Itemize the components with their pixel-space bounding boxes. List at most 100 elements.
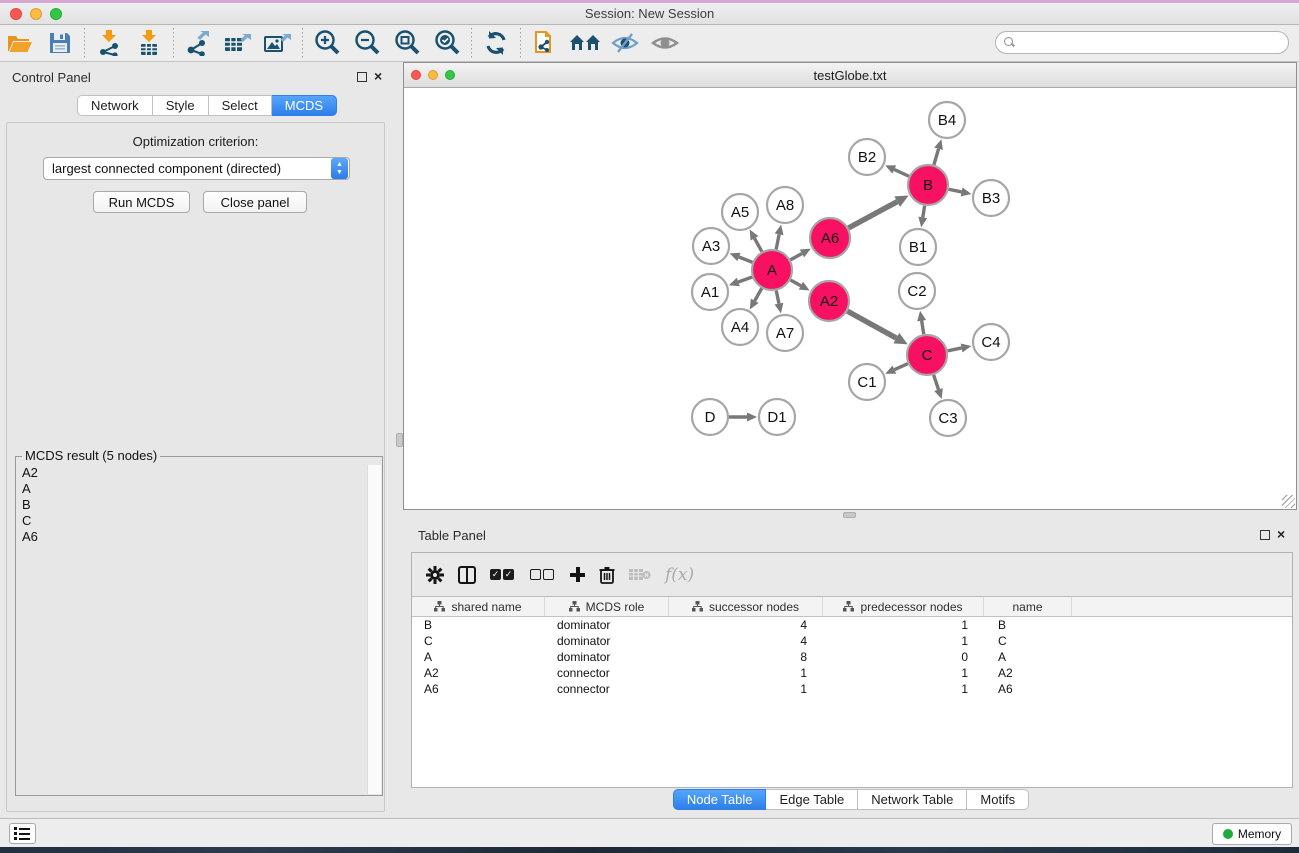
export-image-icon[interactable] <box>258 27 298 59</box>
network-canvas[interactable]: B4B2BB3A5A8A6A3B1AA1C2A2A4A7CC4C1C3DD1 <box>404 88 1296 508</box>
duplicate-network-icon[interactable] <box>525 27 565 59</box>
zoom-out-icon[interactable] <box>347 27 387 59</box>
mcds-result-title: MCDS result (5 nodes) <box>22 448 160 463</box>
result-scrollbar[interactable] <box>367 465 381 794</box>
graph-edge-A2-C[interactable] <box>847 311 896 338</box>
graph-edge-B-B2[interactable] <box>894 170 909 177</box>
graph-edge-A-A3[interactable] <box>739 257 753 262</box>
graph-edge-A-A6[interactable] <box>790 253 802 259</box>
graph-arrowhead-icon <box>918 217 927 228</box>
graph-edge-A-A4[interactable] <box>755 288 762 301</box>
hide-eye-icon[interactable] <box>605 27 645 59</box>
horizontal-scrollbar-thumb[interactable] <box>843 512 856 518</box>
window-title: Session: New Session <box>0 6 1299 21</box>
open-session-icon[interactable] <box>0 27 40 59</box>
delete-column-icon[interactable] <box>599 566 615 584</box>
tab-network-table[interactable]: Network Table <box>858 789 967 810</box>
export-network-icon[interactable] <box>178 27 218 59</box>
vertical-scrollbar-thumb[interactable] <box>396 433 403 447</box>
window-titlebar: Session: New Session <box>0 3 1299 25</box>
tab-mcds[interactable]: MCDS <box>272 95 337 116</box>
close-table-panel-icon[interactable]: × <box>1277 526 1285 542</box>
graph-edge-A-A5[interactable] <box>754 238 761 251</box>
task-history-button[interactable] <box>9 823 36 844</box>
graph-node-label: C1 <box>857 374 876 391</box>
search-input[interactable] <box>995 31 1289 54</box>
result-item[interactable]: C <box>22 513 366 529</box>
graph-edge-A-A2[interactable] <box>790 280 800 286</box>
tab-motifs[interactable]: Motifs <box>967 789 1029 810</box>
tab-select[interactable]: Select <box>209 95 272 116</box>
mcds-result-box: MCDS result (5 nodes) A2 A B C A6 <box>15 456 383 796</box>
deselect-all-icon[interactable] <box>530 569 556 580</box>
tab-node-table[interactable]: Node Table <box>673 789 767 810</box>
zoom-in-icon[interactable] <box>307 27 347 59</box>
memory-button[interactable]: Memory <box>1212 823 1292 845</box>
function-builder-icon: f(x) <box>665 565 694 585</box>
column-header-name[interactable]: name <box>984 597 1072 616</box>
run-mcds-button[interactable]: Run MCDS <box>93 191 190 213</box>
close-panel-icon[interactable]: × <box>374 68 382 84</box>
main-toolbar <box>0 25 1299 62</box>
result-item[interactable]: A <box>22 481 366 497</box>
table-row[interactable]: A6connector11A6 <box>412 681 1292 697</box>
column-header-predecessor-nodes[interactable]: predecessor nodes <box>823 597 984 616</box>
status-bar: Memory <box>0 818 1299 847</box>
graph-edge-A-A1[interactable] <box>738 277 752 282</box>
graph-edge-B-B3[interactable] <box>949 189 962 192</box>
tab-style[interactable]: Style <box>153 95 209 116</box>
result-item[interactable]: B <box>22 497 366 513</box>
float-panel-icon[interactable] <box>357 72 367 82</box>
graph-edge-C-C4[interactable] <box>948 348 962 351</box>
graph-node-label: B4 <box>938 112 956 129</box>
search-icon <box>1004 37 1015 48</box>
graph-edge-C-C3[interactable] <box>934 375 939 390</box>
columns-icon[interactable] <box>458 566 476 584</box>
mcds-result-list[interactable]: A2 A B C A6 <box>17 465 366 794</box>
graph-node-label: B1 <box>909 239 927 256</box>
graph-node-label: A8 <box>776 197 794 214</box>
delete-table-icon <box>629 568 651 582</box>
column-header-successor-nodes[interactable]: successor nodes <box>669 597 823 616</box>
zoom-selected-icon[interactable] <box>427 27 467 59</box>
table-panel: Table Panel × ✓✓ f(x) <box>403 520 1299 818</box>
column-header-mcds-role[interactable]: MCDS role <box>545 597 669 616</box>
gear-icon[interactable] <box>426 566 444 584</box>
graph-edge-C-C1[interactable] <box>894 364 907 370</box>
save-session-icon[interactable] <box>40 27 80 59</box>
table-row[interactable]: Adominator80A <box>412 649 1292 665</box>
resize-grip[interactable] <box>1282 495 1295 508</box>
column-header-shared-name[interactable]: shared name <box>412 597 545 616</box>
home-network-icon[interactable] <box>565 27 605 59</box>
import-table-icon[interactable] <box>129 27 169 59</box>
mcds-panel: Optimization criterion: largest connecte… <box>6 122 385 812</box>
graph-edge-A6-B[interactable] <box>848 202 897 228</box>
graph-edge-B-B1[interactable] <box>923 206 925 218</box>
zoom-fit-icon[interactable] <box>387 27 427 59</box>
import-network-icon[interactable] <box>89 27 129 59</box>
toolbar-separator <box>471 28 472 58</box>
tab-edge-table[interactable]: Edge Table <box>766 789 858 810</box>
memory-status-icon <box>1223 829 1233 839</box>
result-item[interactable]: A2 <box>22 465 366 481</box>
criterion-dropdown[interactable]: largest connected component (directed) ▲… <box>43 157 350 180</box>
show-eye-icon[interactable] <box>645 27 685 59</box>
float-table-panel-icon[interactable] <box>1260 530 1270 540</box>
refresh-icon[interactable] <box>476 27 516 59</box>
network-window-titlebar[interactable]: testGlobe.txt <box>404 63 1296 88</box>
graph-edge-C-C2[interactable] <box>922 321 924 335</box>
add-column-icon[interactable] <box>570 567 585 582</box>
graph-node-label: C3 <box>938 410 957 427</box>
export-table-icon[interactable] <box>218 27 258 59</box>
close-panel-button[interactable]: Close panel <box>203 191 307 213</box>
table-row[interactable]: Cdominator41C <box>412 633 1292 649</box>
table-row[interactable]: A2connector11A2 <box>412 665 1292 681</box>
tab-network[interactable]: Network <box>77 95 153 116</box>
result-item[interactable]: A6 <box>22 529 366 545</box>
memory-label: Memory <box>1238 827 1281 841</box>
graph-edge-B-B4[interactable] <box>934 149 939 165</box>
graph-edge-A-A7[interactable] <box>776 291 779 304</box>
select-all-icon[interactable]: ✓✓ <box>490 569 516 580</box>
graph-edge-A-A8[interactable] <box>776 234 779 249</box>
table-row[interactable]: Bdominator41B <box>412 617 1292 633</box>
